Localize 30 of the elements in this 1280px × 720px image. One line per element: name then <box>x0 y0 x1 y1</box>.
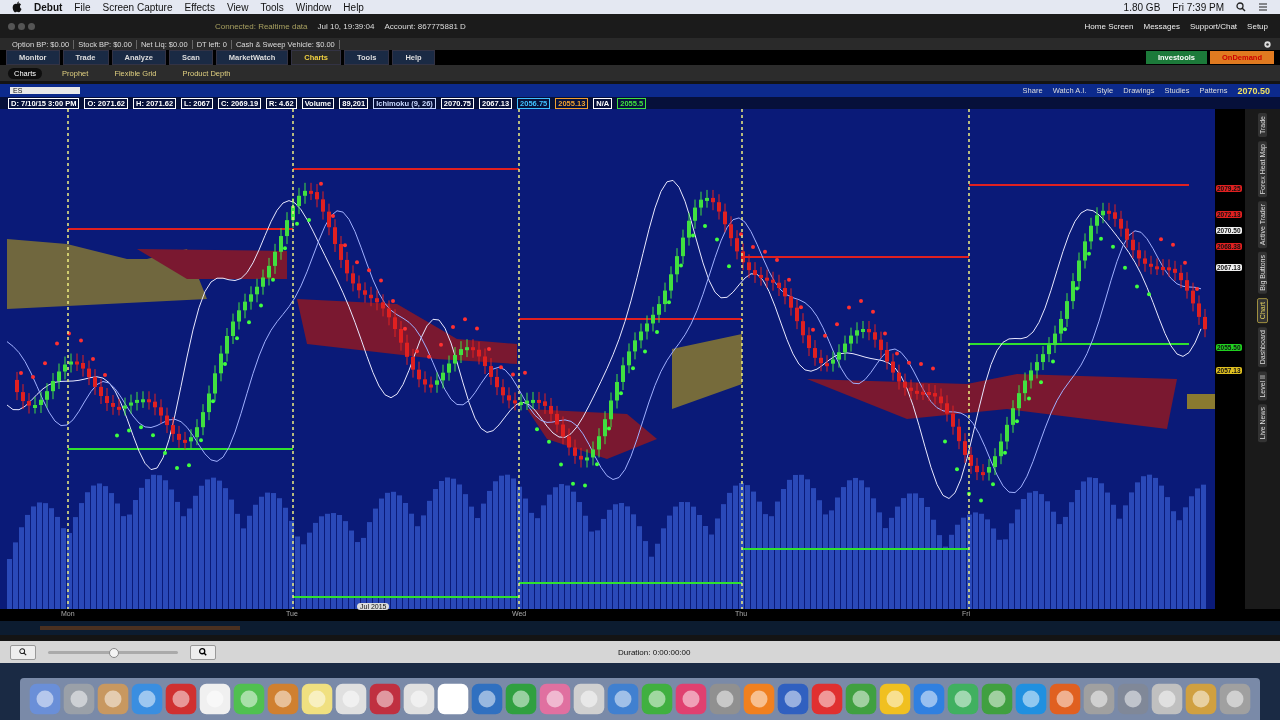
slider-thumb[interactable] <box>109 647 119 658</box>
menu-clock: Fri 7:39 PM <box>1172 1 1224 13</box>
zoom-out-button[interactable] <box>10 644 36 660</box>
menu-item[interactable]: File <box>74 1 91 13</box>
apple-icon[interactable] <box>12 1 22 13</box>
account-label: Account: 867775881 D <box>384 21 466 31</box>
zoom-out-icon <box>19 648 27 656</box>
header-link[interactable]: Home Screen <box>1084 21 1134 31</box>
chart-scrollbar[interactable] <box>40 626 240 630</box>
menu-item[interactable]: Screen Capture <box>102 1 173 13</box>
connection-status: Connected: Realtime data <box>215 21 308 31</box>
status-time: Jul 10, 19:39:04 <box>317 21 375 31</box>
last-price: 2070.50 <box>1237 85 1270 96</box>
window-controls-icon[interactable] <box>8 22 35 30</box>
menu-icon[interactable] <box>1258 2 1268 12</box>
menu-item[interactable]: Help <box>343 1 364 13</box>
duration-label: Duration: 0:00:00:00 <box>618 647 691 657</box>
zoom-in-button[interactable] <box>190 644 216 660</box>
settings-icon[interactable] <box>1263 39 1272 49</box>
header-link[interactable]: Messages <box>1143 21 1180 31</box>
menu-item[interactable]: Window <box>295 1 332 13</box>
header-link[interactable]: Setup <box>1247 21 1268 31</box>
memory-indicator: 1.80 GB <box>1123 1 1161 13</box>
menu-item[interactable]: Effects <box>184 1 215 13</box>
search-icon[interactable] <box>1236 2 1246 12</box>
app-menu[interactable]: Debut <box>34 1 63 13</box>
header-link[interactable]: Support/Chat <box>1189 21 1238 31</box>
zoom-in-icon <box>199 648 207 656</box>
menu-item[interactable]: Tools <box>260 1 284 13</box>
menu-item[interactable]: View <box>226 1 249 13</box>
